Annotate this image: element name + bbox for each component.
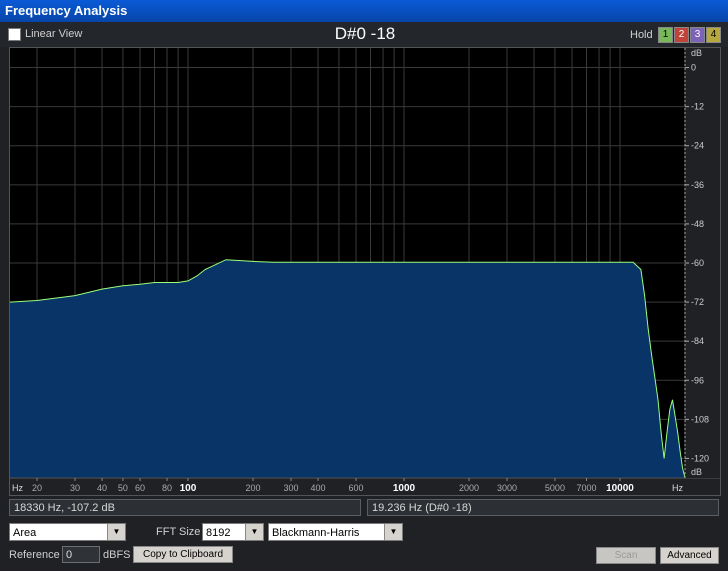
- x-unit-right: Hz: [672, 483, 683, 493]
- hold-button-3[interactable]: 3: [690, 27, 705, 43]
- x-tick-label: 7000: [577, 483, 597, 493]
- y-tick-label: 0: [691, 63, 696, 73]
- display-mode-value: Area: [13, 527, 37, 539]
- spectrum-area: [10, 259, 685, 478]
- fft-size-value: 8192: [206, 527, 231, 539]
- title-bar: Frequency Analysis: [0, 0, 728, 23]
- y-tick-label: -24: [691, 141, 704, 151]
- linear-view-checkbox[interactable]: [8, 28, 21, 41]
- chevron-down-icon[interactable]: ▼: [107, 524, 125, 540]
- y-tick-label: -72: [691, 297, 704, 307]
- advanced-button[interactable]: Advanced: [660, 547, 719, 564]
- chevron-down-icon[interactable]: ▼: [384, 524, 402, 540]
- y-tick-label: -12: [691, 102, 704, 112]
- x-tick-label: 100: [180, 483, 197, 494]
- window-title: Frequency Analysis: [5, 3, 128, 18]
- window-function-select[interactable]: Blackmann-Harris ▼: [268, 523, 403, 541]
- spectrum-plot[interactable]: 20 30 40 50 60 80 100 200 300 400 600 1000 2000 3000 5…: [9, 47, 721, 496]
- x-tick-label: 5000: [545, 483, 565, 493]
- fft-size-label: FFT Size: [156, 526, 201, 538]
- y-tick-label: -84: [691, 336, 704, 346]
- x-tick-label: 300: [284, 483, 299, 493]
- x-tick-label: 3000: [497, 483, 517, 493]
- scan-button[interactable]: Scan: [596, 547, 656, 564]
- fft-size-select[interactable]: 8192 ▼: [202, 523, 264, 541]
- x-tick-label: 600: [349, 483, 364, 493]
- x-tick-label: 10000: [606, 483, 634, 494]
- y-tick-label: -108: [691, 414, 709, 424]
- x-unit-left: Hz: [12, 483, 23, 493]
- x-tick-label: 60: [135, 483, 145, 493]
- y-unit-top: dB: [691, 48, 702, 58]
- y-tick-label: -120: [691, 453, 709, 463]
- chevron-down-icon[interactable]: ▼: [245, 524, 263, 540]
- hold-label: Hold: [630, 29, 653, 41]
- note-readout: D#0 -18: [334, 24, 396, 43]
- y-tick-label: -60: [691, 258, 704, 268]
- x-tick-label: 400: [310, 483, 325, 493]
- hold-button-4[interactable]: 4: [706, 27, 721, 43]
- reference-input[interactable]: 0: [62, 546, 100, 563]
- toolbar: Linear View D#0 -18 Hold 1 2 3 4: [0, 22, 728, 47]
- window-function-value: Blackmann-Harris: [272, 527, 360, 539]
- copy-to-clipboard-button[interactable]: Copy to Clipboard: [133, 546, 233, 563]
- x-tick-label: 30: [70, 483, 80, 493]
- x-tick-label: 2000: [459, 483, 479, 493]
- x-tick-label: 40: [97, 483, 107, 493]
- x-tick-label: 1000: [393, 483, 416, 494]
- display-mode-select[interactable]: Area ▼: [9, 523, 126, 541]
- cursor-readout: 18330 Hz, -107.2 dB: [9, 499, 361, 516]
- reference-unit: dBFS: [103, 549, 131, 561]
- spectrum-chart[interactable]: 20 30 40 50 60 80 100 200 300 400 600 1000 2000 3000 5…: [10, 48, 720, 495]
- x-tick-label: 20: [32, 483, 42, 493]
- reference-label: Reference: [9, 549, 60, 561]
- x-tick-label: 200: [245, 483, 260, 493]
- hold-button-2[interactable]: 2: [674, 27, 689, 43]
- x-tick-label: 50: [118, 483, 128, 493]
- y-tick-label: -96: [691, 375, 704, 385]
- y-tick-label: -48: [691, 219, 704, 229]
- y-unit-bottom: dB: [691, 467, 702, 477]
- hold-button-1[interactable]: 1: [658, 27, 673, 43]
- linear-view-label[interactable]: Linear View: [25, 28, 82, 40]
- y-tick-label: -36: [691, 180, 704, 190]
- x-tick-label: 80: [162, 483, 172, 493]
- peak-readout: 19.236 Hz (D#0 -18): [367, 499, 719, 516]
